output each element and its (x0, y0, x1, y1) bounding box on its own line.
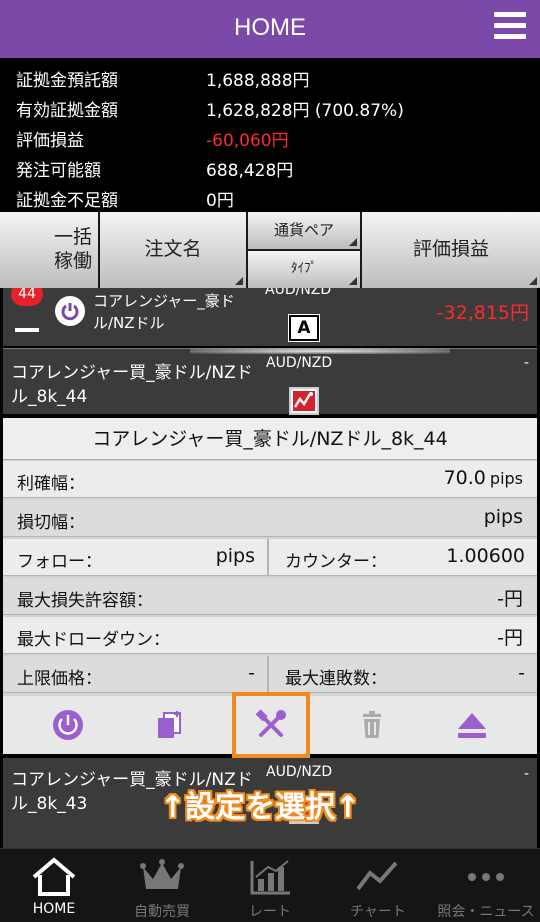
nav-label: 照会・ニュース (437, 904, 535, 920)
sort-indicator-icon (349, 238, 357, 246)
detail-row-follow-counter: フォロー： pips カウンター： 1.00600 (3, 539, 537, 576)
settings-highlight-box (232, 692, 310, 758)
app-header: HOME (0, 0, 540, 58)
summary-label: 有効証拠金額 (16, 101, 118, 121)
menu-icon[interactable] (494, 12, 526, 42)
nav-auto-trade[interactable]: 自動売買 (108, 849, 216, 922)
divider-glow (190, 348, 450, 354)
summary-label: 評価損益 (16, 131, 84, 151)
order-name-header[interactable]: 注文名 (100, 212, 246, 288)
summary-value: 1,688,888円 (206, 71, 310, 91)
profit-loss: -32,815円 (436, 302, 529, 324)
follow-cell: フォロー： pips (3, 539, 269, 576)
detail-row-max-drawdown: 最大ドローダウン： -円 (3, 617, 537, 654)
counter-cell: カウンター： 1.00600 (271, 539, 537, 576)
detail-label: 最大ドローダウン： (17, 630, 170, 650)
nav-inquiry-news[interactable]: 照会・ニュース (432, 849, 540, 922)
detail-label: 最大損失許容額： (17, 591, 153, 611)
column-header-bar: 一括 稼働 注文名 通貨ペア ﾀｲﾌﾟ 評価損益 (0, 212, 540, 288)
copy-button[interactable] (153, 708, 189, 742)
detail-value: -円 (497, 588, 523, 610)
currency-pair: AUD/NZD (266, 764, 333, 780)
currency-pair: AUD/NZD (265, 288, 332, 298)
detail-row-stop-loss: 損切幅： pips (3, 500, 537, 537)
count-badge: 44 (11, 288, 43, 306)
detail-row-upper-price: 上限価格： - 最大連敗数： - (3, 656, 537, 693)
bottom-nav: HOME 自動売買 レート チャート 照会・ニュース (0, 848, 540, 922)
account-summary: 証拠金預託額 1,688,888円 有効証拠金額 1,628,828円 (700… (0, 58, 540, 212)
detail-label: 損切幅： (17, 513, 85, 533)
nav-label: レート (249, 904, 291, 920)
summary-value: 1,628,828円 (700.87%) (206, 101, 404, 121)
pl-label: 評価損益 (412, 238, 489, 261)
summary-value: 0円 (206, 191, 234, 211)
nav-chart[interactable]: チャート (324, 849, 432, 922)
nav-label: 自動売買 (134, 904, 190, 920)
nav-rate[interactable]: レート (216, 849, 324, 922)
line-chart-icon (356, 861, 398, 891)
list-item[interactable]: コアレンジャー買_豪ドル/NZドル_8k_44 AUD/NZD - (3, 348, 537, 415)
detail-row-take-profit: 利確幅： 70.0 pips (3, 461, 537, 498)
type-header[interactable]: ﾀｲﾌﾟ (248, 251, 360, 288)
summary-label: 証拠金預託額 (16, 71, 118, 91)
profit-loss: - (523, 766, 529, 782)
eject-icon[interactable] (455, 708, 491, 742)
detail-row-max-loss: 最大損失許容額： -円 (3, 578, 537, 615)
sort-indicator-icon (349, 277, 357, 285)
type-label: ﾀｲﾌﾟ (291, 261, 317, 277)
detail-value: - (518, 662, 525, 684)
detail-value: pips (483, 506, 523, 528)
bulk-run-label: 一括 稼働 (53, 226, 92, 272)
profit-loss: - (523, 355, 529, 371)
order-name-label: 注文名 (144, 238, 202, 261)
detail-value: 1.00600 (446, 545, 525, 567)
detail-label: 上限価格： (17, 669, 102, 689)
nav-label: HOME (32, 901, 76, 917)
unit: pips (489, 469, 523, 488)
order-list: 44 コアレンジャー_豪ドル/NZドル AUD/NZD A -32,815円 コ… (0, 288, 540, 848)
instruction-caption: ↑設定を選択↑ (160, 790, 361, 825)
detail-label: 利確幅： (17, 474, 85, 494)
currency-pair-label: 通貨ペア (273, 221, 334, 240)
chart-type-icon (289, 387, 319, 415)
sort-indicator-icon (529, 277, 537, 285)
more-dots-icon (468, 873, 504, 881)
detail-value: pips (215, 545, 255, 567)
currency-pair: AUD/NZD (266, 355, 333, 371)
detail-label: フォロー： (17, 552, 102, 572)
nav-home[interactable]: HOME (0, 849, 108, 922)
upper-price-cell: 上限価格： - (3, 656, 269, 693)
detail-value: - (248, 662, 255, 684)
order-name: コアレンジャー買_豪ドル/NZドル_8k_44 (11, 363, 253, 407)
bulk-run-header[interactable]: 一括 稼働 (0, 212, 98, 288)
max-consec-loss-cell: 最大連敗数： - (271, 656, 537, 693)
take-profit-value: 70.0 (443, 467, 486, 489)
page-title: HOME (234, 14, 306, 41)
detail-value: -円 (497, 627, 523, 649)
detail-label: カウンター： (285, 552, 387, 572)
summary-label: 証拠金不足額 (16, 191, 118, 211)
detail-title: コアレンジャー買_豪ドル/NZドル_8k_44 (3, 418, 537, 460)
currency-pair-header[interactable]: 通貨ペア (248, 212, 360, 249)
home-icon (32, 857, 76, 896)
rate-chart-icon (250, 860, 290, 895)
detail-value: 70.0 pips (444, 467, 523, 489)
summary-value: 688,428円 (206, 161, 294, 181)
power-icon[interactable] (55, 296, 85, 326)
collapse-icon[interactable] (15, 328, 39, 332)
crown-icon (140, 859, 184, 889)
sort-indicator-icon (235, 277, 243, 285)
pl-header[interactable]: 評価損益 (362, 212, 540, 288)
power-toggle-button[interactable] (51, 708, 87, 742)
type-badge: A (288, 314, 320, 342)
summary-label: 発注可能額 (16, 161, 101, 181)
summary-value: -60,060円 (206, 131, 289, 151)
detail-label: 最大連敗数： (285, 669, 387, 689)
order-name: コアレンジャー_豪ドル/NZドル (93, 292, 235, 332)
list-item[interactable]: 44 コアレンジャー_豪ドル/NZドル AUD/NZD A -32,815円 (3, 288, 537, 346)
nav-label: チャート (350, 904, 406, 920)
trash-icon (355, 708, 391, 742)
